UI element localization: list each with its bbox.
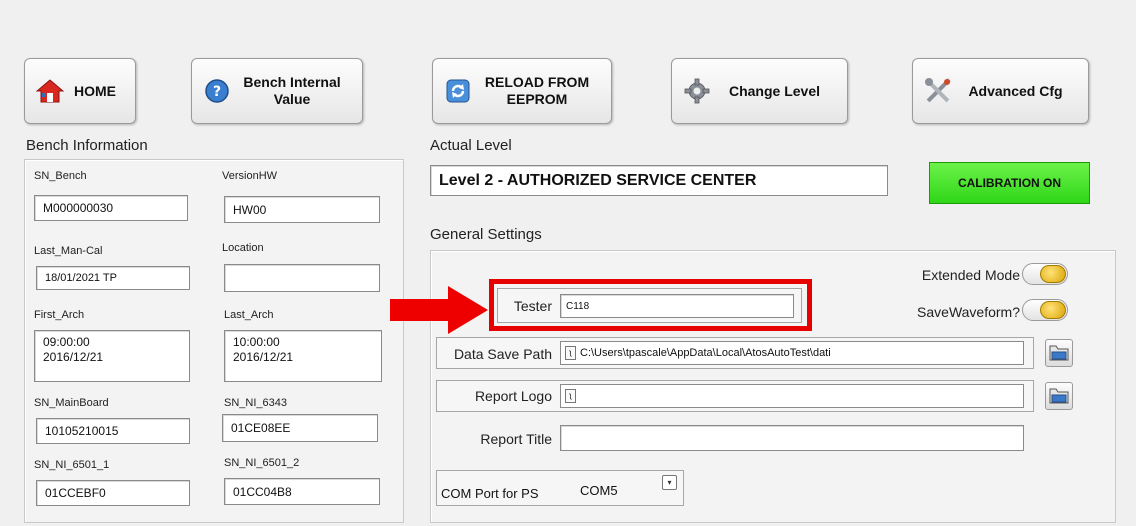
last-man-cal-field[interactable]: 18/01/2021 TP [36,266,190,290]
home-label: HOME [74,82,116,99]
folder-icon [1049,388,1069,404]
sn-ni-6343-field[interactable]: 01CE08EE [222,414,378,442]
save-waveform-label: SaveWaveform? [917,304,1020,320]
data-save-path-field[interactable]: ʅ C:\Users\tpascale\AppData\Local\AtosAu… [560,341,1024,365]
first-arch-date: 2016/12/21 [43,350,104,364]
bench-internal-value-button[interactable]: ? Bench Internal Value [191,58,363,124]
reload-icon [443,76,473,106]
last-arch-field[interactable]: 10:00:00 2016/12/21 [224,330,382,382]
version-hw-field[interactable]: HW00 [224,196,380,223]
path-icon: ʅ [565,346,576,360]
first-arch-time: 09:00:00 [43,335,90,349]
gear-icon [682,76,712,106]
change-level-button[interactable]: Change Level [671,58,848,124]
last-arch-label: Last_Arch [224,309,274,321]
calibration-on-indicator[interactable]: CALIBRATION ON [929,162,1090,204]
version-hw-label: VersionHW [222,170,278,182]
report-title-label: Report Title [480,431,552,447]
sn-ni-6501-2-label: SN_NI_6501_2 [224,457,300,469]
sn-mainboard-label: SN_MainBoard [34,397,109,409]
folder-icon [1049,345,1069,361]
data-save-path-browse-button[interactable] [1045,339,1073,367]
last-arch-time: 10:00:00 [233,335,280,349]
report-title-field[interactable] [560,425,1024,451]
bench-internal-value-label: Bench Internal Value [243,74,341,107]
tools-icon [923,76,953,106]
extended-mode-label: Extended Mode [921,267,1020,283]
sn-bench-field[interactable]: M000000030 [34,195,188,221]
report-logo-browse-button[interactable] [1045,382,1073,410]
svg-text:?: ? [213,84,221,100]
sn-ni-6501-1-label: SN_NI_6501_1 [34,459,110,471]
tester-label: Tester [513,298,552,314]
advanced-cfg-label: Advanced Cfg [968,82,1063,99]
arrow-icon [390,286,490,334]
advanced-cfg-button[interactable]: Advanced Cfg [912,58,1089,124]
reload-from-eeprom-button[interactable]: RELOAD FROM EEPROM [432,58,612,124]
sn-bench-label: SN_Bench [34,170,87,182]
sn-ni-6501-1-field[interactable]: 01CCEBF0 [36,480,190,506]
last-man-cal-label: Last_Man-Cal [34,245,103,257]
report-logo-field[interactable]: ʅ [560,384,1024,408]
report-logo-label: Report Logo [474,388,552,404]
data-save-path-label: Data Save Path [453,346,552,362]
com-port-value: COM5 [580,483,618,498]
first-arch-field[interactable]: 09:00:00 2016/12/21 [34,330,190,382]
path-icon: ʅ [565,389,576,403]
help-icon: ? [202,76,232,106]
location-label: Location [222,242,264,254]
sn-mainboard-field[interactable]: 10105210015 [36,418,190,444]
com-port-select[interactable]: COM5 ▾ [554,472,680,504]
home-button[interactable]: HOME [24,58,136,124]
save-waveform-toggle[interactable] [1022,299,1068,321]
actual-level-field: Level 2 - AUTHORIZED SERVICE CENTER [430,165,888,196]
com-port-label: COM Port for PS [441,486,539,501]
general-settings-title: General Settings [430,226,542,243]
data-save-path-value: C:\Users\tpascale\AppData\Local\AtosAuto… [580,347,831,359]
last-arch-date: 2016/12/21 [233,350,294,364]
home-icon [35,76,65,106]
bench-information-title: Bench Information [26,137,148,154]
sn-ni-6343-label: SN_NI_6343 [224,397,287,409]
reload-from-eeprom-label: RELOAD FROM EEPROM [484,74,590,107]
change-level-label: Change Level [728,82,821,99]
actual-level-title: Actual Level [430,137,512,154]
extended-mode-toggle[interactable] [1022,263,1068,285]
location-field[interactable] [224,264,380,292]
first-arch-label: First_Arch [34,309,85,321]
tester-field[interactable]: C118 [560,294,794,318]
sn-ni-6501-2-field[interactable]: 01CC04B8 [224,478,380,505]
chevron-down-icon: ▾ [662,475,677,490]
